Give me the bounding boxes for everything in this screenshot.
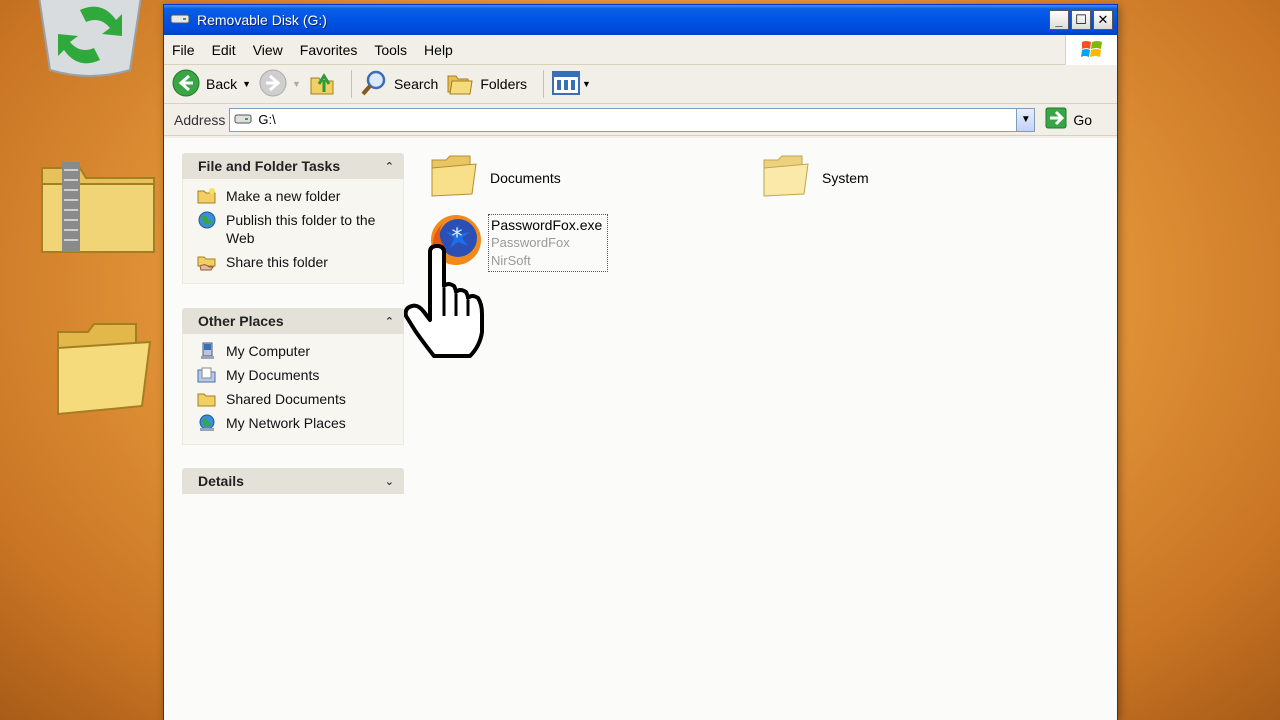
toolbar-separator <box>350 70 352 98</box>
task-share-folder[interactable]: Share this folder <box>197 253 403 271</box>
file-name: Documents <box>490 169 561 186</box>
maximize-button[interactable]: ☐ <box>1071 10 1091 30</box>
shared-documents-icon <box>197 390 217 408</box>
menu-bar: File Edit View Favorites Tools Help <box>164 35 1117 65</box>
menu-help[interactable]: Help <box>424 42 453 58</box>
file-name: System <box>822 169 869 186</box>
address-value: G:\ <box>258 112 276 127</box>
views-icon <box>552 70 581 98</box>
go-arrow-icon <box>1045 107 1067 132</box>
folders-icon <box>446 70 474 99</box>
up-folder-button[interactable] <box>309 70 335 99</box>
place-network-places[interactable]: My Network Places <box>197 414 403 432</box>
close-button[interactable]: ✕ <box>1093 10 1113 30</box>
folders-label: Folders <box>480 76 528 92</box>
back-label: Back <box>206 76 238 92</box>
folder-content: File and Folder Tasks ⌃ Make a new folde… <box>164 138 1117 720</box>
task-label: Make a new folder <box>226 188 341 204</box>
panel-title: File and Folder Tasks <box>198 158 341 174</box>
folder-icon <box>430 154 478 201</box>
expand-icon[interactable]: ⌄ <box>385 475 394 488</box>
search-button[interactable]: Search <box>360 69 438 100</box>
minimize-button[interactable]: _ <box>1049 10 1069 30</box>
window-title: Removable Disk (G:) <box>197 12 327 28</box>
my-documents-icon <box>197 366 217 384</box>
forward-button[interactable]: ▼ <box>259 69 301 100</box>
close-icon: ✕ <box>1097 12 1109 27</box>
menu-file[interactable]: File <box>172 42 195 58</box>
windows-logo-icon <box>1065 35 1117 65</box>
details-panel: Details ⌄ <box>182 468 404 494</box>
new-folder-icon <box>197 187 217 205</box>
up-folder-icon <box>309 70 335 99</box>
forward-dropdown-icon[interactable]: ▼ <box>292 79 301 89</box>
zip-folder-icon[interactable] <box>40 160 158 256</box>
collapse-icon[interactable]: ⌃ <box>385 315 394 328</box>
removable-drive-icon <box>170 12 190 29</box>
address-label: Address <box>174 111 226 128</box>
place-shared-documents[interactable]: Shared Documents <box>197 390 403 408</box>
search-icon <box>360 69 388 100</box>
task-publish-web[interactable]: Publish this folder to the Web <box>197 211 403 247</box>
place-label: My Network Places <box>226 415 346 431</box>
menu-view[interactable]: View <box>253 42 283 58</box>
drive-icon <box>234 112 252 128</box>
file-name: PasswordFox.exe <box>491 217 603 233</box>
go-label: Go <box>1073 111 1093 128</box>
file-folder-tasks-panel: File and Folder Tasks ⌃ Make a new folde… <box>182 153 404 284</box>
menu-edit[interactable]: Edit <box>212 42 236 58</box>
toolbar: Back ▼ ▼ Search Folders ▼ <box>164 65 1117 104</box>
place-my-documents[interactable]: My Documents <box>197 366 403 384</box>
place-label: My Computer <box>226 343 311 359</box>
back-button[interactable]: Back ▼ <box>172 69 251 100</box>
place-label: Shared Documents <box>226 391 346 407</box>
publish-web-icon <box>197 211 217 229</box>
back-arrow-icon <box>172 69 200 100</box>
menu-favorites[interactable]: Favorites <box>300 42 358 58</box>
details-header[interactable]: Details ⌄ <box>182 468 404 494</box>
title-bar[interactable]: Removable Disk (G:) _ ☐ ✕ <box>164 5 1117 35</box>
task-label: Share this folder <box>226 254 328 270</box>
collapse-icon[interactable]: ⌃ <box>385 160 394 173</box>
maximize-icon: ☐ <box>1075 12 1087 27</box>
folders-button[interactable]: Folders <box>446 70 527 99</box>
search-label: Search <box>393 76 439 92</box>
forward-arrow-icon <box>259 69 287 100</box>
minimize-icon: _ <box>1055 12 1063 28</box>
recycle-bin-icon[interactable] <box>30 0 150 85</box>
panel-title: Other Places <box>198 313 284 329</box>
task-label: Publish this folder to the Web <box>226 212 376 246</box>
go-button[interactable]: Go <box>1045 107 1092 132</box>
passwordfox-label-box: PasswordFox.exe PasswordFox NirSoft <box>488 214 608 272</box>
menu-tools[interactable]: Tools <box>374 42 407 58</box>
share-folder-icon <box>197 253 217 271</box>
file-folder-tasks-header[interactable]: File and Folder Tasks ⌃ <box>182 153 404 179</box>
address-dropdown-button[interactable]: ▼ <box>1016 108 1035 131</box>
place-my-computer[interactable]: My Computer <box>197 342 403 360</box>
file-description: PasswordFox <box>491 235 570 250</box>
network-places-icon <box>197 414 217 432</box>
place-label: My Documents <box>226 367 320 383</box>
hand-cursor-icon <box>403 244 490 360</box>
back-dropdown-icon[interactable]: ▼ <box>242 79 251 89</box>
views-button[interactable]: ▼ <box>552 70 591 98</box>
file-company: NirSoft <box>491 253 531 268</box>
chevron-down-icon: ▼ <box>1020 114 1031 125</box>
my-computer-icon <box>197 342 217 360</box>
file-item-documents[interactable]: Documents <box>430 154 561 201</box>
address-bar: Address G:\ ▼ Go <box>164 104 1117 136</box>
other-places-header[interactable]: Other Places ⌃ <box>182 308 404 334</box>
views-dropdown-icon[interactable]: ▼ <box>582 79 591 89</box>
task-make-new-folder[interactable]: Make a new folder <box>197 187 403 205</box>
toolbar-separator <box>543 70 545 98</box>
explorer-window: Removable Disk (G:) _ ☐ ✕ File Edit View… <box>163 4 1118 720</box>
file-item-system[interactable]: System <box>762 154 869 201</box>
folder-icon <box>762 154 810 201</box>
desktop-folder-icon[interactable] <box>52 318 154 418</box>
panel-title: Details <box>198 473 244 489</box>
address-input[interactable]: G:\ ▼ <box>229 107 1036 132</box>
other-places-panel: Other Places ⌃ My Computer My Documents <box>182 308 404 445</box>
